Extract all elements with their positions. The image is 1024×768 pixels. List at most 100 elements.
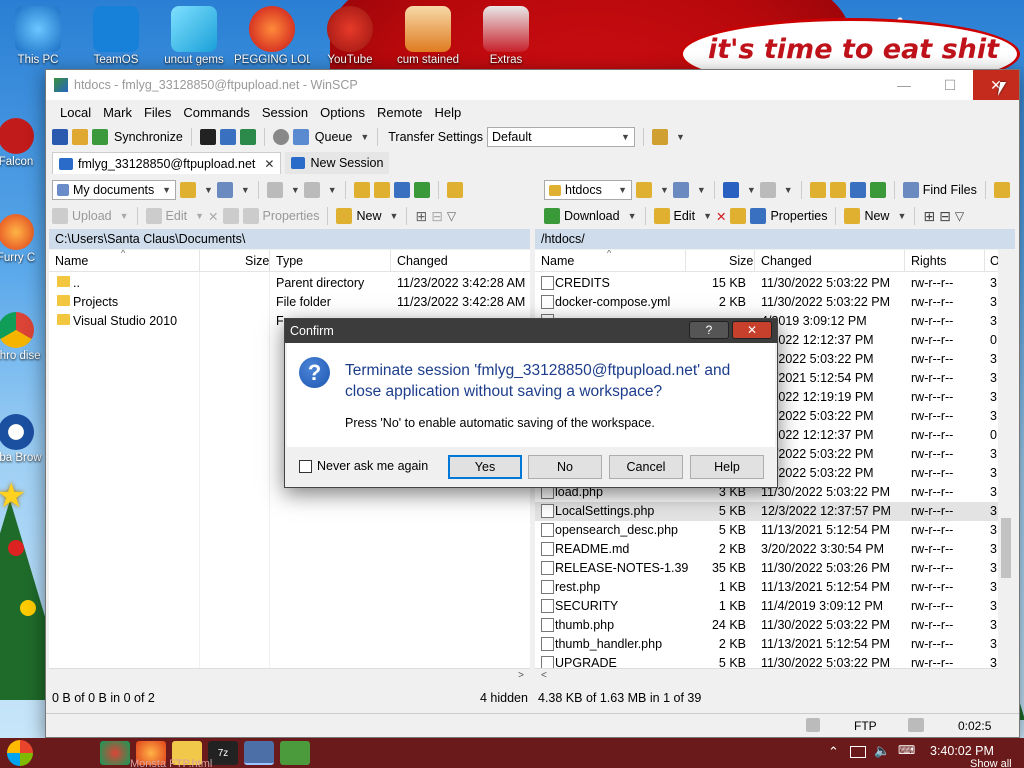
minimize-button[interactable]: — — [881, 70, 927, 100]
winscp-taskbar-icon[interactable] — [244, 741, 274, 765]
menu-help[interactable]: Help — [428, 105, 467, 120]
home-icon[interactable] — [393, 182, 410, 198]
putty-icon[interactable] — [219, 129, 236, 145]
remote-col-name[interactable]: Name — [541, 254, 574, 268]
desktop-icon-cum-stained[interactable]: cum stained — [390, 6, 466, 66]
remote-col-rights[interactable]: Rights — [911, 254, 946, 268]
menu-mark[interactable]: Mark — [97, 105, 138, 120]
speaker-icon[interactable]: 🔈 — [874, 743, 890, 759]
scrollbar-thumb[interactable] — [1001, 518, 1011, 578]
parent-folder-icon[interactable] — [809, 182, 826, 198]
desktop-icon-pegging[interactable]: PEGGING LOL — [234, 6, 310, 66]
menu-commands[interactable]: Commands — [177, 105, 255, 120]
menu-options[interactable]: Options — [314, 105, 371, 120]
desktop-icon-youtube[interactable]: YouTube — [312, 6, 388, 66]
root-folder-icon[interactable] — [373, 182, 390, 198]
desktop-icon-furry[interactable]: Furry C — [0, 214, 46, 264]
select-all-icon[interactable]: ⊞ — [923, 208, 935, 225]
open-folder-icon[interactable] — [636, 182, 652, 198]
tree-toggle-icon[interactable] — [993, 182, 1010, 198]
table-row[interactable]: thumb.php 24 KB 11/30/2022 5:03:22 PM rw-r-… — [535, 616, 998, 635]
yes-button[interactable]: Yes — [448, 455, 522, 479]
console-icon[interactable] — [199, 129, 216, 145]
table-row[interactable]: README.md 2 KB 3/20/2022 3:30:54 PM rw-r--r… — [535, 540, 998, 559]
desktop-icon-chrome[interactable]: Chro dise — [0, 312, 46, 362]
7zip-taskbar-icon[interactable]: 7z — [208, 741, 238, 765]
filter-icon[interactable] — [672, 182, 689, 198]
home-icon[interactable] — [849, 182, 866, 198]
rename-icon[interactable] — [222, 208, 239, 224]
rename-icon[interactable] — [730, 208, 747, 224]
chevron-down-icon[interactable]: ▼ — [676, 132, 685, 142]
table-row[interactable]: rest.php 1 KB 11/13/2021 5:12:54 PM rw-r--r… — [535, 578, 998, 597]
local-new-button[interactable]: New — [356, 209, 381, 223]
select-all-icon[interactable]: ⊞ — [415, 208, 427, 225]
desktop-icon-obama[interactable]: Oba Brow — [0, 414, 46, 464]
tab-new-session[interactable]: New Session — [285, 152, 390, 174]
cancel-button[interactable]: Cancel — [609, 455, 683, 479]
table-row[interactable]: opensearch_desc.php 5 KB 11/13/2021 5:12:5… — [535, 521, 998, 540]
folders-icon[interactable] — [72, 129, 88, 145]
never-ask-checkbox[interactable]: Never ask me again — [299, 459, 428, 473]
remote-properties-button[interactable]: Properties — [770, 209, 827, 223]
desktop-icon-falcon[interactable]: Falcon — [0, 118, 46, 168]
download-button[interactable]: Download — [564, 209, 620, 223]
dialog-titlebar[interactable]: Confirm ? ✕ — [285, 319, 777, 343]
dialog-help-icon[interactable]: ? — [689, 321, 729, 339]
local-col-size[interactable]: Size — [245, 254, 269, 268]
transfer-settings-select[interactable]: Default ▼ — [486, 127, 635, 147]
taskbar-clock[interactable]: 3:40:02 PM — [930, 744, 994, 758]
table-row[interactable]: docker-compose.yml 2 KB 11/30/2022 5:03:22… — [535, 293, 998, 312]
forward-arrow-icon[interactable] — [759, 182, 776, 198]
local-hidden-count[interactable]: 4 hidden — [480, 688, 528, 708]
dialog-close-button[interactable]: ✕ — [732, 321, 772, 339]
no-button[interactable]: No — [528, 455, 602, 479]
table-row[interactable]: SECURITY 1 KB 11/4/2019 3:09:12 PM rw-r--r-… — [535, 597, 998, 616]
local-col-type[interactable]: Type — [276, 254, 303, 268]
desktop-icon-uncut-gems[interactable]: uncut gems — [156, 6, 232, 66]
remote-new-button[interactable]: New — [864, 209, 889, 223]
refresh-session-icon[interactable] — [239, 129, 256, 145]
synchronize-button[interactable]: Synchronize — [114, 130, 183, 144]
desktop-icon-teamos[interactable]: TeamOS — [78, 6, 154, 66]
menu-remote[interactable]: Remote — [371, 105, 429, 120]
remote-edit-button[interactable]: Edit — [674, 209, 696, 223]
help-button[interactable]: Help — [690, 455, 764, 479]
table-row[interactable]: UPGRADE 5 KB 11/30/2022 5:03:22 PM rw-r--r-… — [535, 654, 998, 668]
deselect-icon[interactable]: ⊟ — [939, 208, 951, 225]
transfer-options-icon[interactable] — [651, 129, 668, 145]
menu-session[interactable]: Session — [256, 105, 314, 120]
local-col-changed[interactable]: Changed — [397, 254, 448, 268]
remote-horizontal-scrollbar[interactable]: < — [535, 668, 998, 685]
tree-toggle-icon[interactable] — [446, 182, 463, 198]
chevron-up-icon[interactable]: ⌃ — [828, 744, 839, 760]
local-path-bar[interactable]: C:\Users\Santa Claus\Documents\ — [49, 229, 530, 249]
remote-path-bar[interactable]: /htdocs/ — [535, 229, 1015, 249]
filter-icon[interactable] — [216, 182, 233, 198]
desktop-icon-this-pc[interactable]: This PC — [0, 6, 76, 66]
queue-button[interactable]: Queue — [315, 130, 353, 144]
close-button[interactable]: ✕ — [973, 70, 1019, 100]
delete-icon[interactable]: ✕ — [716, 209, 726, 224]
table-row[interactable]: .. Parent directory 11/23/2022 3:42:28 A… — [49, 274, 530, 293]
remote-vertical-scrollbar[interactable] — [998, 250, 1015, 685]
remote-col-size[interactable]: Size — [729, 254, 753, 268]
refresh-icon[interactable] — [869, 182, 886, 198]
menu-local[interactable]: Local — [54, 105, 97, 120]
forward-arrow-icon[interactable] — [303, 182, 320, 198]
local-location-select[interactable]: My documents ▼ — [52, 180, 176, 200]
chrome-taskbar-icon[interactable] — [100, 741, 130, 765]
root-folder-icon[interactable] — [829, 182, 846, 198]
upload-button[interactable]: Upload — [72, 209, 112, 223]
local-edit-button[interactable]: Edit — [166, 209, 188, 223]
local-col-name[interactable]: Name — [55, 254, 88, 268]
start-button[interactable] — [0, 738, 40, 768]
deselect-icon[interactable]: ⊟ — [431, 208, 443, 225]
close-tab-icon[interactable]: ✕ — [264, 157, 274, 171]
local-horizontal-scrollbar[interactable]: > — [49, 668, 530, 685]
chevron-down-icon[interactable]: ▼ — [360, 132, 369, 142]
keyboard-icon[interactable]: ⌨ — [898, 743, 915, 757]
table-row[interactable]: RELEASE-NOTES-1.39 35 KB 11/30/2022 5:03:2… — [535, 559, 998, 578]
back-arrow-icon[interactable] — [722, 182, 739, 198]
tab-session[interactable]: fmlyg_33128850@ftpupload.net ✕ — [52, 152, 282, 174]
